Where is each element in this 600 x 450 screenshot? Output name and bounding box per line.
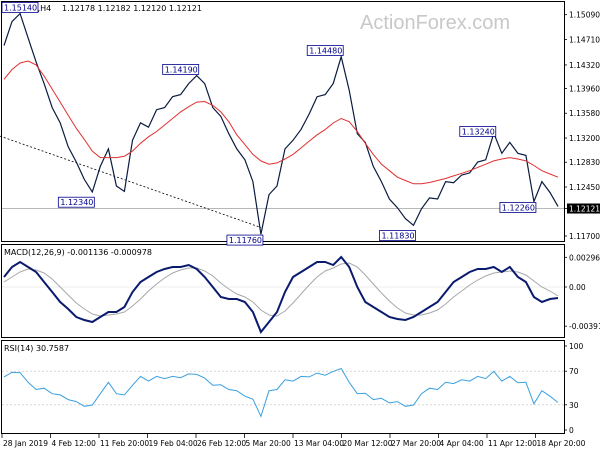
x-tick-label: 11 Apr 12:00	[488, 439, 537, 448]
x-tick-label: 13 Mar 04:00	[294, 439, 344, 448]
price-y-tick-label: 1.13200	[569, 134, 600, 143]
x-tick-label: 4 Feb 12:00	[52, 439, 97, 448]
price-label: 1.14190	[162, 64, 200, 75]
price-label: 1.12340	[57, 196, 95, 208]
price-label-text: 1.14190	[165, 65, 198, 74]
price-y-tick-label: 1.13580	[569, 109, 600, 118]
x-tick-label: 27 Mar 20:00	[391, 439, 441, 448]
price-label-text: 1.14480	[309, 46, 342, 55]
price-y-tick-label: 1.12830	[569, 158, 600, 167]
price-label-text: 1.13240	[462, 127, 495, 136]
macd-title: MACD(12,26,9) -0.001136 -0.000978	[4, 248, 152, 257]
price-label-text: 1.12340	[60, 198, 93, 207]
x-tick-label: 18 Apr 20:00	[537, 439, 586, 448]
x-tick-label: 20 Mar 12:00	[343, 439, 393, 448]
price-y-tick-label: 1.12450	[569, 183, 600, 192]
price-label-text: 1.11830	[381, 232, 414, 241]
rsi-y-tick-label: 30	[569, 401, 579, 410]
watermark: ActionForex.com	[360, 12, 510, 34]
axes: 1.15090 1.14710 1.14320 1.13960 1.13580 1.132…	[1, 11, 600, 448]
x-tick-label: 26 Feb 12:00	[197, 439, 246, 448]
price-label: 1.11760	[226, 234, 264, 246]
price-y-tick-label: 1.14710	[569, 35, 600, 44]
price-label-text: 1.12260	[502, 203, 535, 212]
price-y-tick-label: 1.13960	[569, 84, 600, 93]
x-tick-label: 28 Jan 2019	[3, 439, 48, 448]
price-label: 1.14480	[306, 45, 344, 56]
price-y-tick-label: 1.11700	[569, 232, 600, 241]
macd-y-tick-label: -0.003916	[569, 322, 600, 331]
price-label: 1.13240	[459, 126, 497, 137]
price-label-text: 1.15140	[4, 3, 37, 12]
rsi-y-tick-label: 0	[569, 426, 574, 435]
price-label: 1.15140	[1, 1, 39, 13]
macd-panel-frame	[1, 244, 565, 338]
rsi-y-tick-label: 100	[569, 342, 584, 351]
current-price-label: 1.12121	[569, 205, 600, 214]
macd-y-tick-label: 0.00	[569, 283, 586, 292]
rsi-line	[3, 367, 559, 418]
x-tick-label: 11 Feb 20:00	[100, 439, 149, 448]
rsi-title: RSI(14) 30.7587	[4, 344, 69, 353]
rsi-panel-frame	[1, 340, 565, 434]
price-plot-area: 1.15140 1.14190 1.12340 1.11760 1.14480 1.118…	[0, 1, 564, 246]
price-y-tick-label: 1.15090	[569, 11, 600, 20]
macd-line	[3, 255, 559, 334]
rsi-plot-area	[2, 367, 564, 418]
x-tick-label: 5 Mar 20:00	[246, 439, 292, 448]
price-label-text: 1.11760	[229, 236, 262, 245]
price-label: 1.11830	[379, 230, 416, 241]
price-header-values: 1.12178 1.12182 1.12120 1.12121	[62, 4, 202, 13]
macd-plot-area	[2, 255, 564, 334]
x-tick-label: 19 Feb 04:00	[149, 439, 198, 448]
price-y-tick-label: 1.14320	[569, 61, 600, 70]
x-tick-label: 4 Apr 04:00	[440, 439, 484, 448]
macd-y-tick-label: 0.002967	[569, 253, 600, 262]
forex-chart: ActionForex.com EURUSD,H4 1.12178 1.1218…	[0, 1, 600, 448]
rsi-y-tick-label: 70	[569, 367, 579, 376]
price-label: 1.12260	[499, 202, 537, 213]
